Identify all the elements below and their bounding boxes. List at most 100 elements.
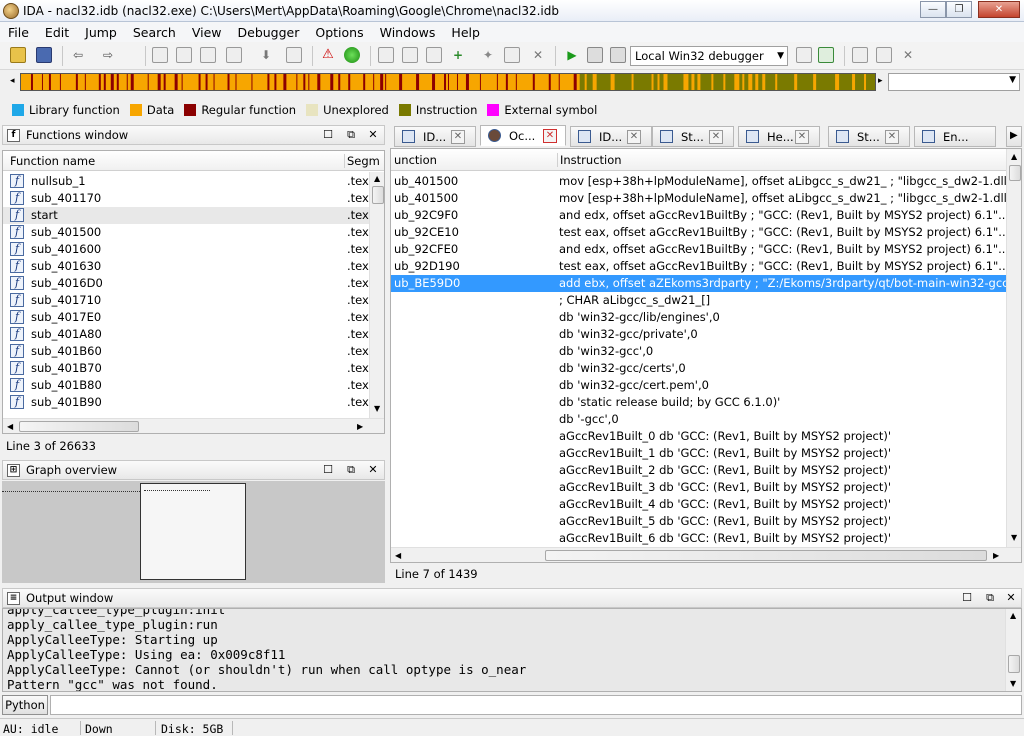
functions-horizontal-scrollbar[interactable]: ◀ ▶ <box>3 418 384 433</box>
scroll-up-icon[interactable]: ▲ <box>1010 611 1016 620</box>
pause-icon[interactable] <box>587 47 603 63</box>
menu-options[interactable]: Options <box>307 25 371 40</box>
scroll-thumb[interactable] <box>372 186 384 204</box>
scroll-thumb[interactable] <box>545 550 987 561</box>
run-icon[interactable]: ▶ <box>564 47 580 63</box>
function-row[interactable]: f sub_4016D0 .text <box>3 275 373 292</box>
command-input[interactable] <box>50 695 1022 715</box>
tab-close-icon[interactable]: ✕ <box>885 130 899 144</box>
function-row[interactable]: f sub_401170 .text <box>3 190 373 207</box>
maximize-panel-icon[interactable]: ☐ <box>321 463 335 477</box>
minimize-button[interactable]: — <box>920 1 946 18</box>
scroll-up-icon[interactable]: ▲ <box>374 174 380 183</box>
menu-windows[interactable]: Windows <box>372 25 444 40</box>
menu-debugger[interactable]: Debugger <box>230 25 308 40</box>
scroll-left-icon[interactable]: ◀ <box>395 551 401 560</box>
functions-vertical-scrollbar[interactable]: ▲ ▼ <box>369 172 384 418</box>
code-icon[interactable] <box>226 47 242 63</box>
maximize-button[interactable]: ❐ <box>946 1 972 18</box>
source-mode-icon[interactable] <box>818 47 834 63</box>
occurrence-row[interactable]: db 'win32-gcc/lib/engines',0 <box>391 309 1007 326</box>
tab-2[interactable]: Oc... ✕ <box>480 125 566 146</box>
occurrence-row[interactable]: ub_BE59D0 add ebx, offset aZEkoms3rdparty… <box>391 275 1014 292</box>
float-panel-icon[interactable]: ⧉ <box>344 128 358 142</box>
tab-3[interactable]: ID... ✕ <box>570 126 652 147</box>
occurrence-row[interactable]: aGccRev1Built_6 db 'GCC: (Rev1, Built by… <box>391 530 1007 547</box>
list-breakpoints-icon[interactable] <box>852 47 868 63</box>
breakpoint-icon[interactable] <box>876 47 892 63</box>
function-row[interactable]: f sub_401710 .text <box>3 292 373 309</box>
occurrence-row[interactable]: aGccRev1Built_4 db 'GCC: (Rev1, Built by… <box>391 496 1007 513</box>
menu-view[interactable]: View <box>184 25 230 40</box>
graph-overview-canvas[interactable] <box>2 481 385 583</box>
python-language-button[interactable]: Python <box>2 695 48 715</box>
function-row[interactable]: f sub_401600 .text <box>3 241 373 258</box>
occurrence-row[interactable]: ub_401500 mov [esp+38h+lpModuleName], off… <box>391 173 1012 190</box>
close-panel-icon[interactable]: ✕ <box>1004 591 1018 605</box>
enum-icon[interactable] <box>402 47 418 63</box>
delete-x-icon[interactable]: ✕ <box>530 47 546 63</box>
debugger-select[interactable]: Local Win32 debugger ▼ <box>630 46 788 66</box>
function-row[interactable]: f sub_4017E0 .text <box>3 309 373 326</box>
menu-jump[interactable]: Jump <box>77 25 125 40</box>
immediate-search-icon[interactable] <box>200 47 216 63</box>
nav-left-arrow-icon[interactable]: ◂ <box>10 76 15 86</box>
plus-icon[interactable]: + <box>450 47 466 63</box>
occurrence-row[interactable]: ub_92CE10 test eax, offset aGccRev1BuiltB… <box>391 224 1009 241</box>
green-circle-icon[interactable] <box>344 47 360 63</box>
menu-edit[interactable]: Edit <box>37 25 77 40</box>
occurrence-row[interactable]: db 'win32-gcc/cert.pem',0 <box>391 377 1007 394</box>
output-vertical-scrollbar[interactable]: ▲ ▼ <box>1005 609 1021 691</box>
occurrence-row[interactable]: db 'win32-gcc/private',0 <box>391 326 1007 343</box>
stop-icon[interactable] <box>610 47 626 63</box>
output-log[interactable]: apply_callee_type_plugin:init apply_call… <box>2 608 1022 692</box>
nav-band-select[interactable]: ▼ <box>888 73 1020 91</box>
menu-search[interactable]: Search <box>125 25 184 40</box>
create-struct-icon[interactable] <box>378 47 394 63</box>
scroll-right-icon[interactable]: ▶ <box>993 551 999 560</box>
undefine-icon[interactable] <box>286 47 302 63</box>
occurrence-row[interactable]: aGccRev1Built_1 db 'GCC: (Rev1, Built by… <box>391 445 1007 462</box>
tab-5[interactable]: He... ✕ <box>738 126 820 147</box>
attach-icon[interactable] <box>796 47 812 63</box>
occurrence-row[interactable]: ; CHAR aLibgcc_s_dw21_[] <box>391 292 1007 309</box>
column-function-name[interactable]: Function name <box>10 154 95 168</box>
function-row[interactable]: f sub_401B80 .text <box>3 377 373 394</box>
text-search-icon[interactable] <box>176 47 192 63</box>
scroll-left-icon[interactable]: ◀ <box>7 422 13 431</box>
menu-help[interactable]: Help <box>443 25 488 40</box>
tab-close-icon[interactable]: ✕ <box>709 130 723 144</box>
tab-scroll-right-icon[interactable]: ▶ <box>1006 126 1022 147</box>
down-arrow-icon[interactable]: ⬇ <box>258 47 274 63</box>
scroll-thumb[interactable] <box>1009 165 1021 181</box>
ascii-icon[interactable] <box>426 47 442 63</box>
occurrence-row[interactable]: aGccRev1Built_3 db 'GCC: (Rev1, Built by… <box>391 479 1007 496</box>
functions-list[interactable]: Function name Segm f nullsub_1 .text f sub_4… <box>2 150 385 434</box>
maximize-panel-icon[interactable]: ☐ <box>960 591 974 605</box>
occurrence-row[interactable]: db 'static release build; by GCC 6.1.0)' <box>391 394 1007 411</box>
tab-1[interactable]: ID... ✕ <box>394 126 476 147</box>
occurrence-row[interactable]: db 'win32-gcc',0 <box>391 343 1007 360</box>
occurrence-row[interactable]: db 'win32-gcc/certs',0 <box>391 360 1007 377</box>
tab-4[interactable]: St... ✕ <box>652 126 734 147</box>
occurrences-view[interactable]: unction Instruction ub_401500 mov [esp+38… <box>390 148 1022 563</box>
nav-right-arrow-icon[interactable]: ▸ <box>878 76 883 86</box>
occurrence-row[interactable]: db '-gcc',0 <box>391 411 1007 428</box>
occurrence-row[interactable]: ub_92D190 test eax, offset aGccRev1BuiltB… <box>391 258 1009 275</box>
occurrence-row[interactable]: aGccRev1Built_0 db 'GCC: (Rev1, Built by… <box>391 428 1007 445</box>
forward-arrow-icon[interactable]: ⇨ <box>100 47 116 63</box>
function-row[interactable]: f sub_401B60 .text <box>3 343 373 360</box>
cut-icon[interactable] <box>504 47 520 63</box>
function-row[interactable]: f nullsub_1 .text <box>3 173 373 190</box>
tab-close-icon[interactable]: ✕ <box>795 130 809 144</box>
scroll-down-icon[interactable]: ▼ <box>1011 533 1017 542</box>
tab-7[interactable]: En... <box>914 126 996 147</box>
float-panel-icon[interactable]: ⧉ <box>344 463 358 477</box>
occurrence-row[interactable]: aGccRev1Built_2 db 'GCC: (Rev1, Built by… <box>391 462 1007 479</box>
function-row[interactable]: f sub_401630 .text <box>3 258 373 275</box>
occurrences-vertical-scrollbar[interactable]: ▲ ▼ <box>1006 149 1021 547</box>
function-row[interactable]: f sub_401500 .text <box>3 224 373 241</box>
scroll-right-icon[interactable]: ▶ <box>357 422 363 431</box>
occurrence-row[interactable]: aGccRev1Built_5 db 'GCC: (Rev1, Built by… <box>391 513 1007 530</box>
tab-6[interactable]: St... ✕ <box>828 126 910 147</box>
